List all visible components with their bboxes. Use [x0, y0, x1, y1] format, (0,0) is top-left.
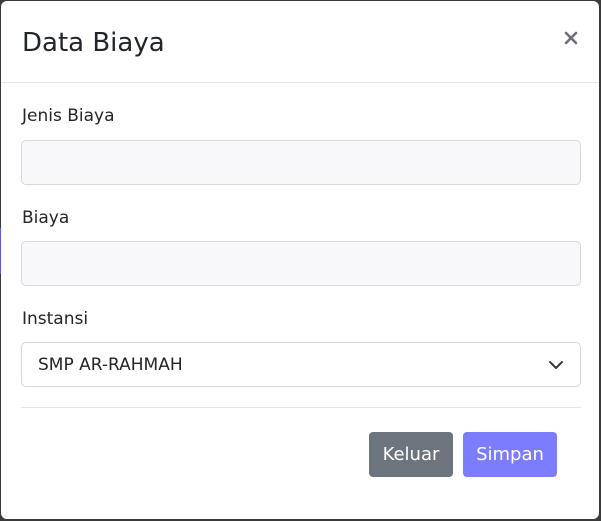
modal-title: Data Biaya — [22, 28, 165, 58]
keluar-button[interactable]: Keluar — [369, 432, 453, 477]
simpan-button[interactable]: Simpan — [463, 432, 557, 477]
instansi-selected-value: SMP AR-RAHMAH — [38, 355, 183, 375]
jenis-biaya-label: Jenis Biaya — [22, 106, 115, 126]
close-glyph — [564, 31, 578, 45]
instansi-select[interactable]: SMP AR-RAHMAH — [21, 342, 581, 387]
data-biaya-modal: Data Biaya Jenis Biaya Biaya Instansi SM… — [1, 1, 599, 519]
close-icon[interactable] — [559, 26, 583, 50]
instansi-label: Instansi — [22, 309, 89, 329]
footer-divider — [21, 407, 581, 408]
modal-header: Data Biaya — [1, 1, 599, 83]
jenis-biaya-input[interactable] — [21, 140, 581, 185]
biaya-label: Biaya — [22, 208, 70, 228]
biaya-input[interactable] — [21, 241, 581, 286]
chevron-down-icon — [549, 361, 563, 369]
